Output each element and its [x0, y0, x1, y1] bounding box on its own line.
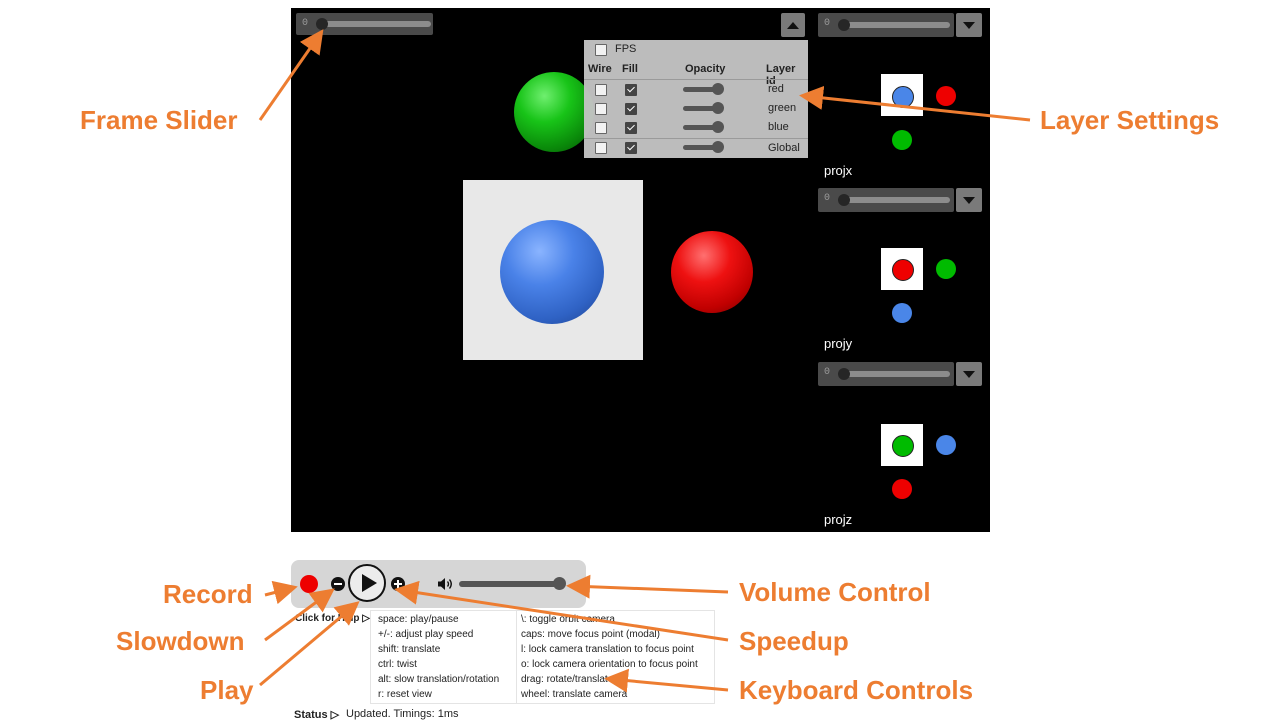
callout-slowdown: Slowdown — [116, 626, 245, 656]
layer-settings-arrow — [799, 85, 1031, 122]
callout-volume-control: Volume Control — [739, 577, 931, 607]
keyboard-controls-arrow — [604, 668, 729, 693]
play-arrow — [259, 601, 360, 687]
volume-arrow — [566, 574, 729, 599]
record-arrow — [264, 580, 298, 605]
callout-layer-settings: Layer Settings — [1040, 105, 1220, 135]
frame-slider-arrow — [258, 29, 324, 121]
callout-play: Play — [200, 675, 254, 705]
callout-speedup: Speedup — [739, 626, 849, 656]
callout-record: Record — [163, 579, 253, 609]
callout-keyboard-controls: Keyboard Controls — [739, 675, 974, 705]
speedup-arrow — [394, 580, 729, 642]
callout-frame-slider: Frame Slider — [80, 105, 238, 135]
